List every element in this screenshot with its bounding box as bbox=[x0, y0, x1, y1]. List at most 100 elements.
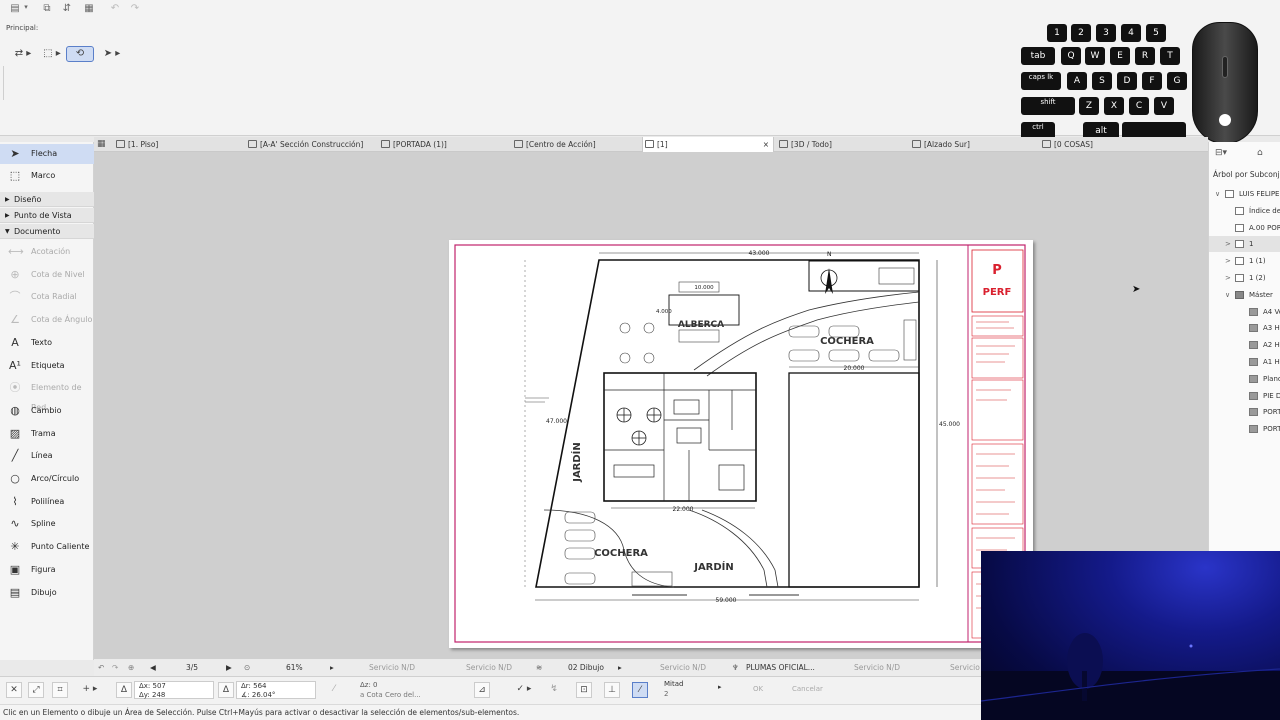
tab-overview-icon[interactable]: ▦ bbox=[97, 139, 108, 149]
window-selection-button[interactable]: ⇄ ▸ bbox=[8, 46, 38, 62]
measure-icon[interactable]: ⊿ bbox=[474, 682, 490, 698]
navigator-item[interactable]: Índice de bbox=[1209, 203, 1280, 219]
dropdown-arrow-icon[interactable]: ▾ bbox=[22, 3, 30, 15]
section-documento[interactable]: ▼ Documento bbox=[0, 224, 94, 239]
expand-arrow-icon[interactable]: > bbox=[1225, 236, 1231, 252]
tool-text[interactable]: A Texto bbox=[0, 333, 94, 353]
dz-value[interactable]: Δz: 0 bbox=[360, 681, 378, 689]
servicio-1[interactable]: Servicio N/D bbox=[369, 659, 415, 677]
navigator-item[interactable]: A1 Horiz bbox=[1209, 354, 1280, 370]
tab-2[interactable]: [PORTADA (1)] bbox=[379, 137, 509, 152]
rotated-selection-button[interactable]: ⟲ bbox=[66, 46, 94, 62]
page-next-icon[interactable]: ▶ bbox=[226, 659, 232, 677]
send-receive-icon[interactable]: ⇵ bbox=[60, 3, 74, 15]
navigator-item[interactable]: A4 Verti bbox=[1209, 304, 1280, 320]
navigator-item[interactable]: PORTAD bbox=[1209, 404, 1280, 420]
tab-5[interactable]: [3D / Todo] bbox=[777, 137, 907, 152]
navigator-item[interactable]: A3 Horiz bbox=[1209, 320, 1280, 336]
tab-0[interactable]: [1. Piso] bbox=[114, 137, 242, 152]
navigator-tree-icon[interactable]: ⊟▾ bbox=[1215, 148, 1227, 158]
snap-mode-label[interactable]: Mitad bbox=[664, 680, 683, 688]
step-icon[interactable]: ↯ bbox=[546, 682, 562, 698]
servicio-4[interactable]: Servicio N/D bbox=[854, 659, 900, 677]
layer-combination[interactable]: 02 Dibujo bbox=[568, 659, 604, 677]
tab-7[interactable]: [0 COSAS] bbox=[1040, 137, 1170, 152]
expand-arrow-icon[interactable]: > bbox=[1225, 253, 1231, 269]
tool-arrow[interactable]: ➤ Flecha bbox=[0, 144, 94, 164]
tab-1[interactable]: [A-A' Sección Construcción] bbox=[246, 137, 376, 152]
layout-grid-icon[interactable]: ▦ bbox=[82, 3, 96, 15]
zoom-dropdown-icon[interactable]: ▸ bbox=[330, 659, 334, 677]
ok-button[interactable]: OK bbox=[753, 685, 763, 693]
navigator-item[interactable]: ∨ LUIS FELIPE bbox=[1209, 186, 1280, 202]
constraint-icon[interactable]: + ▸ bbox=[82, 682, 98, 698]
layout-sheet[interactable]: P PERF 43.000 59.000 45.000 47.000 22.00… bbox=[449, 240, 1033, 648]
tool-hotspot[interactable]: ✳ Punto Caliente bbox=[0, 537, 94, 557]
z-reference[interactable]: a Cota Cero del... bbox=[360, 691, 421, 699]
teamwork-icon[interactable]: ⧉ bbox=[40, 3, 54, 15]
navigator-home-icon[interactable]: ⌂ bbox=[1257, 148, 1263, 158]
pen-set[interactable]: PLUMAS OFICIAL... bbox=[746, 659, 815, 677]
cancel-button[interactable]: Cancelar bbox=[792, 685, 823, 693]
tool-spline[interactable]: ∿ Spline bbox=[0, 514, 94, 534]
guide-icon[interactable]: ⊥ bbox=[604, 682, 620, 698]
tool-drawing[interactable]: ▤ Dibujo bbox=[0, 583, 94, 603]
tool-figure[interactable]: ▣ Figura bbox=[0, 560, 94, 580]
section-diseno[interactable]: ▶ Diseño bbox=[0, 192, 94, 207]
tab-close-icon[interactable]: × bbox=[763, 137, 769, 152]
navigator-item[interactable]: ∨ Máster bbox=[1209, 287, 1280, 303]
navigator-item[interactable]: >1 (2) bbox=[1209, 270, 1280, 286]
navigator-item[interactable]: PORTAD bbox=[1209, 421, 1280, 437]
navigator-item[interactable]: >1 (1) bbox=[1209, 253, 1280, 269]
special-snap-icon[interactable]: ⁄ bbox=[632, 682, 648, 698]
expand-arrow-icon[interactable]: > bbox=[1225, 270, 1231, 286]
navigator-item[interactable]: >1 bbox=[1209, 236, 1280, 253]
tool-arc-circle[interactable]: ○ Arco/Círculo bbox=[0, 469, 94, 489]
tool-dimension[interactable]: ⟷ Acotación bbox=[0, 242, 94, 262]
collapse-arrow-icon[interactable]: ∨ bbox=[1215, 186, 1220, 202]
undo-zoom-icon[interactable]: ↶ bbox=[98, 659, 104, 677]
grid-snap-icon[interactable]: ⌗ bbox=[52, 682, 68, 698]
tab-6[interactable]: [Alzado Sur] bbox=[910, 137, 1038, 152]
check-icon[interactable]: ✓ ▸ bbox=[516, 682, 532, 698]
snap-dropdown-icon[interactable]: ▸ bbox=[718, 683, 722, 691]
servicio-3[interactable]: Servicio N/D bbox=[660, 659, 706, 677]
page-number[interactable]: 3/5 bbox=[186, 659, 198, 677]
tool-line[interactable]: ╱ Línea bbox=[0, 446, 94, 466]
zoom-fit-icon[interactable]: ⊕ bbox=[128, 659, 134, 677]
navigator-item[interactable]: PIE DE P bbox=[1209, 388, 1280, 404]
tool-fill[interactable]: ▨ Trama bbox=[0, 424, 94, 444]
navigator-item[interactable]: Plano M bbox=[1209, 371, 1280, 387]
collapse-arrow-icon[interactable]: ∨ bbox=[1225, 287, 1230, 303]
tool-polyline[interactable]: ⌇ Polilínea bbox=[0, 492, 94, 512]
delta-xy-field[interactable]: Δx: 507 Δy: 248 bbox=[134, 681, 214, 699]
snap-mode-divisions[interactable]: 2 bbox=[664, 690, 668, 698]
layer-dropdown-icon[interactable]: ▸ bbox=[618, 659, 622, 677]
tool-grid-element[interactable]: ⦿ Elemento de Red bbox=[0, 378, 94, 412]
tool-change[interactable]: ◍ Cambio bbox=[0, 401, 94, 421]
tab-4[interactable]: [1] × bbox=[642, 137, 774, 152]
cancel-x-icon[interactable]: ✕ bbox=[6, 682, 22, 698]
zoom-icon[interactable]: ⊙ bbox=[244, 659, 250, 677]
navigator-item[interactable]: A2 Horiz bbox=[1209, 337, 1280, 353]
polar-field[interactable]: Δr: 564 ∡: 26.04° bbox=[236, 681, 316, 699]
rectangle-selection-button[interactable]: ⬚ ▸ bbox=[38, 46, 66, 62]
tool-label[interactable]: A¹ Etiqueta bbox=[0, 356, 94, 376]
snap-icon[interactable]: ⤢ bbox=[28, 682, 44, 698]
section-punto-de-vista[interactable]: ▶ Punto de Vista bbox=[0, 208, 94, 223]
undo-icon[interactable]: ↶ bbox=[108, 3, 122, 15]
tool-angle-dimension[interactable]: ∠ Cota de Ángulo bbox=[0, 310, 94, 330]
quick-access-file-icon[interactable]: ▤ bbox=[8, 3, 22, 15]
redo-icon[interactable]: ↷ bbox=[128, 3, 142, 15]
crop-icon[interactable]: ⊡ bbox=[576, 682, 592, 698]
servicio-2[interactable]: Servicio N/D bbox=[466, 659, 512, 677]
redo-zoom-icon[interactable]: ↷ bbox=[112, 659, 118, 677]
tab-3[interactable]: [Centro de Acción] bbox=[512, 137, 640, 152]
zoom-level[interactable]: 61% bbox=[286, 659, 303, 677]
tool-radial-dimension[interactable]: ⌒ Cota Radial bbox=[0, 287, 94, 307]
tool-marquee[interactable]: ⬚ Marco bbox=[0, 166, 94, 186]
navigator-item[interactable]: A.00 PORT bbox=[1209, 220, 1280, 236]
tool-level-dimension[interactable]: ⊕ Cota de Nivel bbox=[0, 265, 94, 285]
page-prev-icon[interactable]: ◀ bbox=[150, 659, 156, 677]
arrow-tool-button[interactable]: ➤ ▸ bbox=[100, 46, 124, 62]
